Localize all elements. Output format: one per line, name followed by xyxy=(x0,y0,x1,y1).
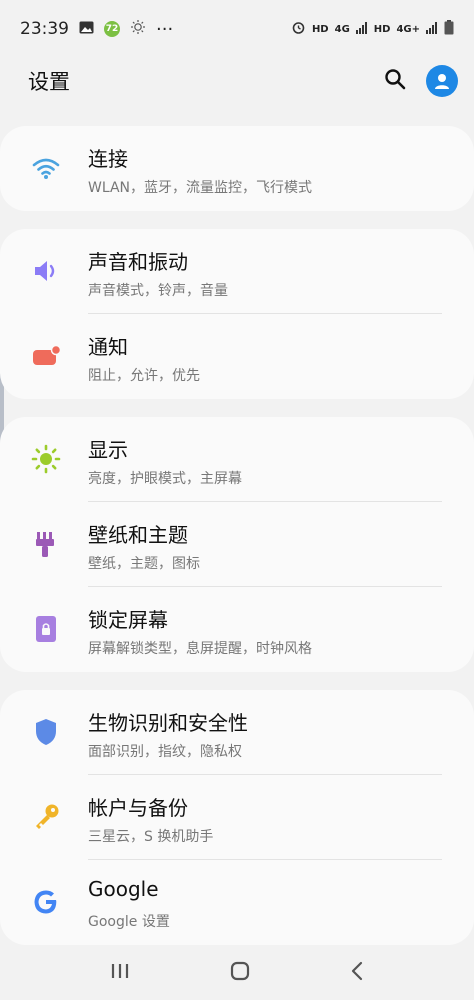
account-avatar[interactable] xyxy=(426,65,458,97)
google-icon xyxy=(28,884,64,920)
notification-icon xyxy=(28,338,64,374)
network-1: 4G xyxy=(334,23,350,35)
hd-label-1: HD xyxy=(311,23,329,35)
setting-title: 生物识别和安全性 xyxy=(88,711,248,735)
setting-title: 连接 xyxy=(88,147,128,171)
recent-apps-button[interactable] xyxy=(109,961,131,985)
app-bar-actions xyxy=(384,65,458,97)
status-right: HD 4G HD 4G+ xyxy=(291,20,454,38)
setting-subtitle: 阻止，允许，优先 xyxy=(88,368,200,384)
setting-item-connections[interactable]: 连接 WLAN，蓝牙，流量监控，飞行模式 xyxy=(0,126,474,211)
hd-label-2: HD xyxy=(373,23,391,35)
setting-subtitle: 壁纸，主题，图标 xyxy=(88,556,200,572)
setting-subtitle: 亮度，护眼模式，主屏幕 xyxy=(88,471,242,487)
status-badge: 72 xyxy=(104,21,120,37)
setting-item-accounts-backup[interactable]: 帐户与备份 三星云，S 换机助手 xyxy=(0,775,474,860)
shield-icon xyxy=(28,714,64,750)
setting-subtitle: 声音模式，铃声，音量 xyxy=(88,283,228,299)
status-left: 23:39 72 ··· xyxy=(20,19,173,40)
home-button[interactable] xyxy=(229,960,251,986)
setting-item-wallpaper-themes[interactable]: 壁纸和主题 壁纸，主题，图标 xyxy=(0,502,474,587)
more-notifications: ··· xyxy=(156,18,174,40)
setting-subtitle: 三星云，S 换机助手 xyxy=(88,829,214,845)
app-bar: 设置 xyxy=(0,58,474,104)
signal-icon-2 xyxy=(426,21,438,37)
setting-subtitle: 面部识别，指纹，隐私权 xyxy=(88,744,242,760)
setting-title: 锁定屏幕 xyxy=(88,608,168,632)
sun-icon xyxy=(130,19,146,40)
gallery-icon xyxy=(79,19,94,39)
setting-title: 帐户与备份 xyxy=(88,796,188,820)
settings-group-security: 生物识别和安全性 面部识别，指纹，隐私权 帐户与备份 三星云，S 换机助手 Go… xyxy=(0,690,474,945)
network-2: 4G+ xyxy=(396,23,420,35)
status-time: 23:39 xyxy=(20,19,69,39)
settings-group-sound: 声音和振动 声音模式，铃声，音量 通知 阻止，允许，优先 xyxy=(0,229,474,399)
alarm-icon xyxy=(291,20,306,38)
setting-subtitle: WLAN，蓝牙，流量监控，飞行模式 xyxy=(88,180,313,196)
key-icon xyxy=(28,799,64,835)
setting-title: 显示 xyxy=(88,438,128,462)
back-button[interactable] xyxy=(349,960,365,986)
navigation-bar xyxy=(0,945,474,1000)
setting-item-lock-screen[interactable]: 锁定屏幕 屏幕解锁类型，息屏提醒，时钟风格 xyxy=(0,587,474,672)
setting-title: 通知 xyxy=(88,335,128,359)
page-title: 设置 xyxy=(28,70,70,94)
status-bar: 23:39 72 ··· HD 4G HD 4G+ xyxy=(0,0,474,58)
setting-title: Google xyxy=(88,877,159,901)
paintbrush-icon xyxy=(28,526,64,562)
setting-subtitle: Google 设置 xyxy=(88,914,170,930)
setting-item-biometrics-security[interactable]: 生物识别和安全性 面部识别，指纹，隐私权 xyxy=(0,690,474,775)
settings-group-connections: 连接 WLAN，蓝牙，流量监控，飞行模式 xyxy=(0,126,474,211)
signal-icon xyxy=(355,21,368,37)
wifi-icon xyxy=(28,150,64,186)
lock-screen-icon xyxy=(28,611,64,647)
setting-subtitle: 屏幕解锁类型，息屏提醒，时钟风格 xyxy=(88,641,312,657)
settings-group-display: 显示 亮度，护眼模式，主屏幕 壁纸和主题 壁纸，主题，图标 锁定屏幕 屏幕解锁类… xyxy=(0,417,474,672)
setting-title: 声音和振动 xyxy=(88,250,188,274)
setting-item-sound[interactable]: 声音和振动 声音模式，铃声，音量 xyxy=(0,229,474,314)
person-icon xyxy=(435,74,449,89)
setting-item-google[interactable]: Google Google 设置 xyxy=(0,860,474,945)
volume-icon xyxy=(28,253,64,289)
setting-title: 壁纸和主题 xyxy=(88,523,188,547)
setting-item-display[interactable]: 显示 亮度，护眼模式，主屏幕 xyxy=(0,417,474,502)
search-icon[interactable] xyxy=(384,68,406,94)
brightness-icon xyxy=(28,441,64,477)
battery-icon xyxy=(444,20,454,38)
setting-item-notifications[interactable]: 通知 阻止，允许，优先 xyxy=(0,314,474,399)
